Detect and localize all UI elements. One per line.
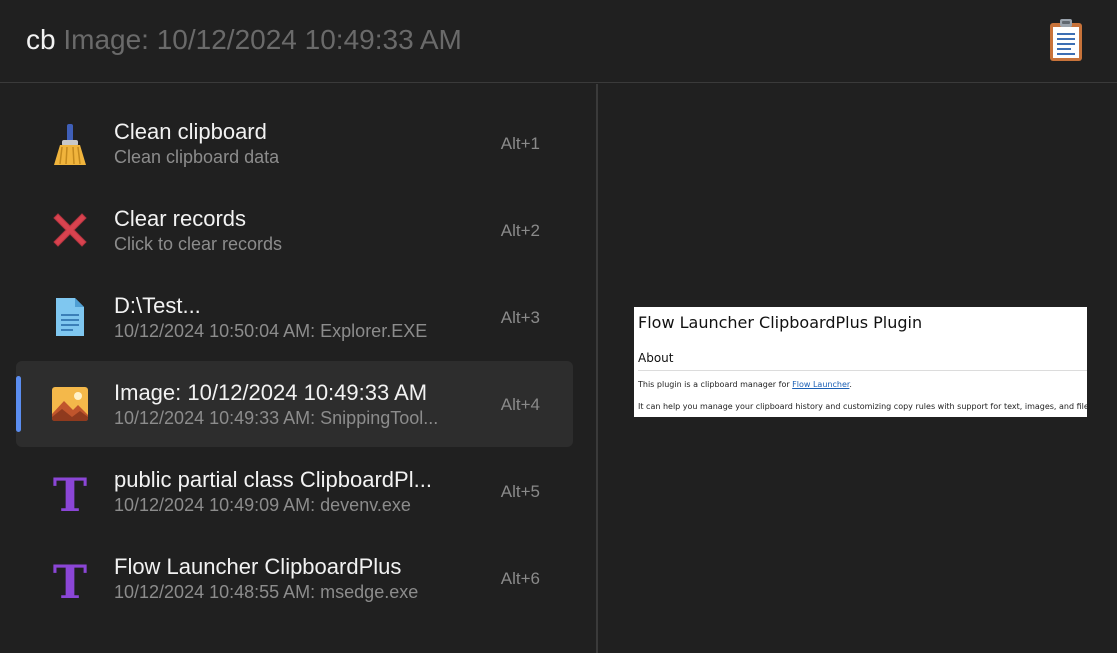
text-t-icon: T bbox=[50, 558, 90, 602]
result-subtitle: 10/12/2024 10:50:04 AM: Explorer.EXE bbox=[114, 321, 428, 341]
result-hotkey: Alt+6 bbox=[500, 569, 540, 588]
result-subtitle: 10/12/2024 10:48:55 AM: msedge.exe bbox=[114, 582, 419, 602]
launcher-window: cb Image: 10/12/2024 10:49:33 AM Clean c… bbox=[0, 0, 1117, 653]
preview-paragraph-1: This plugin is a clipboard manager for F… bbox=[638, 380, 852, 389]
result-subtitle: 10/12/2024 10:49:09 AM: devenv.exe bbox=[114, 495, 411, 515]
red-x-icon bbox=[50, 210, 90, 250]
result-hotkey: Alt+4 bbox=[500, 395, 540, 414]
preview-title: Flow Launcher ClipboardPlus Plugin bbox=[638, 313, 923, 332]
svg-text:T: T bbox=[53, 471, 87, 515]
search-suggestion: Image: 10/12/2024 10:49:33 AM bbox=[55, 24, 462, 55]
result-title: Flow Launcher ClipboardPlus bbox=[114, 554, 402, 579]
broom-icon bbox=[50, 123, 90, 165]
image-preview: Flow Launcher ClipboardPlus Plugin About… bbox=[634, 307, 1087, 417]
preview-line1-prefix: This plugin is a clipboard manager for bbox=[638, 380, 793, 389]
search-bar[interactable]: cb Image: 10/12/2024 10:49:33 AM bbox=[0, 0, 1117, 83]
result-title: Clean clipboard bbox=[114, 119, 267, 144]
results-list: Clean clipboard Clean clipboard data Alt… bbox=[0, 84, 596, 653]
result-clean-clipboard[interactable]: Clean clipboard Clean clipboard data Alt… bbox=[16, 100, 573, 186]
panel-divider bbox=[596, 84, 598, 653]
svg-text:T: T bbox=[53, 558, 87, 602]
image-icon bbox=[50, 384, 90, 424]
result-title: public partial class ClipboardPl... bbox=[114, 467, 432, 492]
result-subtitle: Clean clipboard data bbox=[114, 147, 280, 167]
result-hotkey: Alt+3 bbox=[500, 308, 540, 327]
result-text-code[interactable]: T public partial class ClipboardPl... 10… bbox=[16, 448, 573, 534]
result-hotkey: Alt+5 bbox=[500, 482, 540, 501]
result-subtitle: Click to clear records bbox=[114, 234, 283, 254]
search-input[interactable]: cb Image: 10/12/2024 10:49:33 AM bbox=[26, 22, 462, 58]
preview-divider bbox=[638, 370, 1087, 371]
preview-link: Flow Launcher bbox=[792, 380, 850, 389]
result-clear-records[interactable]: Clear records Click to clear records Alt… bbox=[16, 187, 573, 273]
text-t-icon: T bbox=[50, 471, 90, 515]
result-title: Clear records bbox=[114, 206, 247, 231]
result-hotkey: Alt+2 bbox=[500, 221, 540, 240]
result-title: D:\Test... bbox=[114, 293, 201, 318]
preview-paragraph-2: It can help you manage your clipboard hi… bbox=[638, 402, 1087, 411]
result-file[interactable]: D:\Test... 10/12/2024 10:50:04 AM: Explo… bbox=[16, 274, 573, 360]
file-icon bbox=[50, 297, 90, 337]
result-title: Image: 10/12/2024 10:49:33 AM bbox=[114, 380, 428, 405]
result-text-flow[interactable]: T Flow Launcher ClipboardPlus 10/12/2024… bbox=[16, 535, 573, 621]
search-query[interactable]: cb bbox=[26, 24, 56, 55]
result-image-selected[interactable]: Image: 10/12/2024 10:49:33 AM 10/12/2024… bbox=[16, 361, 573, 447]
result-hotkey: Alt+1 bbox=[500, 134, 540, 153]
clipboard-icon bbox=[1049, 18, 1083, 62]
preview-line1-suffix: . bbox=[849, 380, 852, 389]
preview-heading: About bbox=[638, 351, 674, 365]
result-subtitle: 10/12/2024 10:49:33 AM: SnippingTool... bbox=[114, 408, 439, 428]
selection-indicator bbox=[16, 376, 21, 432]
